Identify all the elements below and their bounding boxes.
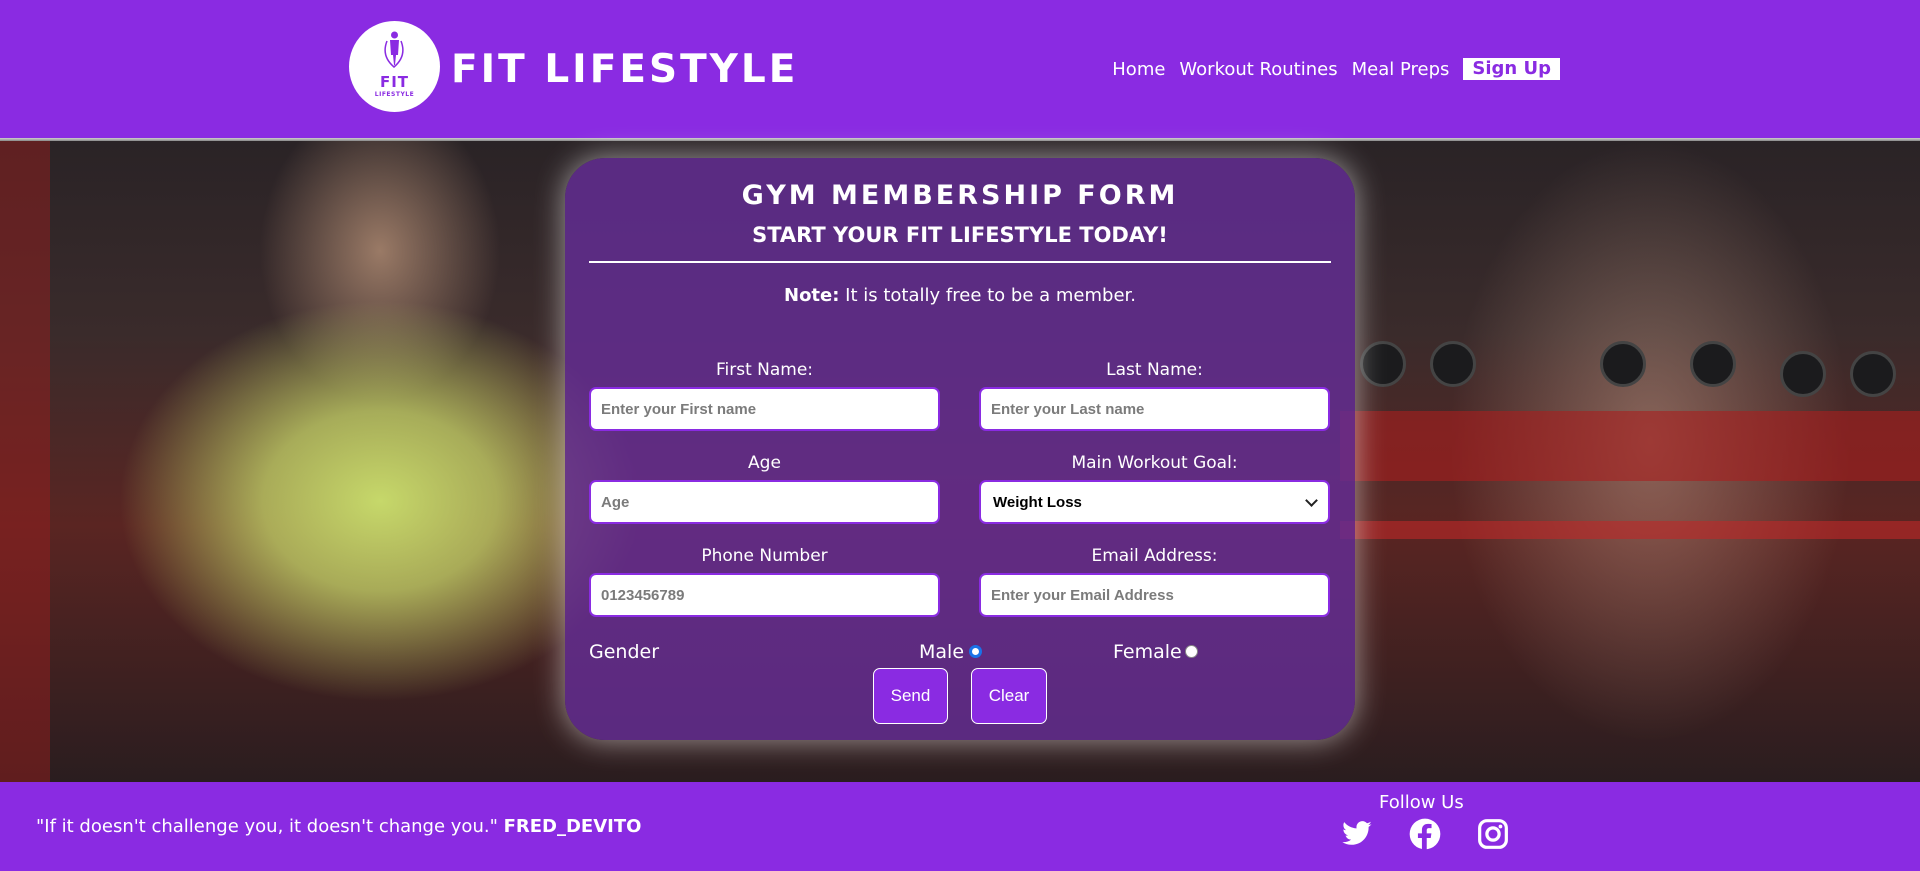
phone-label: Phone Number — [701, 546, 828, 566]
clear-button[interactable]: Clear — [971, 668, 1047, 724]
bg-weight-plate — [1780, 351, 1826, 397]
nav-home[interactable]: Home — [1112, 59, 1165, 80]
email-input[interactable] — [979, 573, 1330, 617]
first-name-label: First Name: — [715, 360, 814, 380]
form-note: Note: It is totally free to be a member. — [565, 285, 1355, 306]
form-title: GYM MEMBERSHIP FORM — [741, 180, 1179, 211]
first-name-input[interactable] — [589, 387, 940, 431]
note-text: It is totally free to be a member. — [839, 285, 1136, 306]
gender-male-label: Male — [919, 641, 965, 663]
workout-goal-label: Main Workout Goal: — [1071, 453, 1238, 473]
bg-weight-rack — [1340, 411, 1920, 481]
footer-quote: "If it doesn't challenge you, it doesn't… — [36, 816, 641, 837]
gender-male-radio[interactable] — [969, 645, 982, 658]
send-button[interactable]: Send — [873, 668, 948, 724]
instagram-icon[interactable] — [1477, 818, 1509, 850]
logo[interactable]: FIT LIFESTYLE — [349, 21, 440, 112]
nav-workout-routines[interactable]: Workout Routines — [1179, 59, 1337, 80]
chevron-down-icon — [1305, 493, 1318, 507]
jump-rope-icon — [384, 31, 404, 68]
main-nav: Home Workout Routines Meal Preps Sign Up — [1098, 58, 1560, 80]
bg-weight-plate — [1360, 341, 1406, 387]
site-header: FIT LIFESTYLE FIT LIFESTYLE Home Workout… — [0, 0, 1920, 141]
site-footer: "If it doesn't challenge you, it doesn't… — [0, 782, 1920, 871]
bg-red-pillar — [0, 141, 50, 782]
workout-goal-select[interactable]: Weight Loss — [979, 480, 1330, 524]
sign-up-button[interactable]: Sign Up — [1463, 58, 1560, 80]
workout-goal-value: Weight Loss — [993, 493, 1082, 511]
quote-author: FRED_DEVITO — [503, 816, 642, 837]
last-name-label: Last Name: — [1106, 360, 1203, 380]
bg-weight-plate — [1430, 341, 1476, 387]
gender-female-radio[interactable] — [1185, 645, 1198, 658]
follow-us-label: Follow Us — [1379, 792, 1464, 813]
brand-title: FIT LIFESTYLE — [451, 47, 799, 92]
form-divider — [589, 261, 1331, 263]
form-subtitle: START YOUR FIT LIFESTYLE TODAY! — [752, 223, 1168, 247]
gender-label: Gender — [589, 641, 660, 663]
logo-subtext: LIFESTYLE — [374, 91, 415, 98]
bg-weight-plate — [1690, 341, 1736, 387]
bg-weight-plate — [1600, 341, 1646, 387]
bg-weight-plate — [1850, 351, 1896, 397]
age-label: Age — [748, 453, 781, 473]
age-input[interactable] — [589, 480, 940, 524]
facebook-icon[interactable] — [1409, 818, 1441, 850]
logo-text: FIT — [379, 73, 410, 91]
bg-weight-rack-bar — [1340, 521, 1920, 539]
membership-form-panel: GYM MEMBERSHIP FORM START YOUR FIT LIFES… — [565, 158, 1355, 740]
nav-meal-preps[interactable]: Meal Preps — [1352, 59, 1450, 80]
last-name-input[interactable] — [979, 387, 1330, 431]
note-label: Note: — [784, 285, 840, 306]
phone-input[interactable] — [589, 573, 940, 617]
twitter-icon[interactable] — [1341, 818, 1373, 850]
email-label: Email Address: — [1091, 546, 1218, 566]
quote-text: "If it doesn't challenge you, it doesn't… — [36, 816, 498, 837]
gender-female-label: Female — [1113, 641, 1182, 663]
